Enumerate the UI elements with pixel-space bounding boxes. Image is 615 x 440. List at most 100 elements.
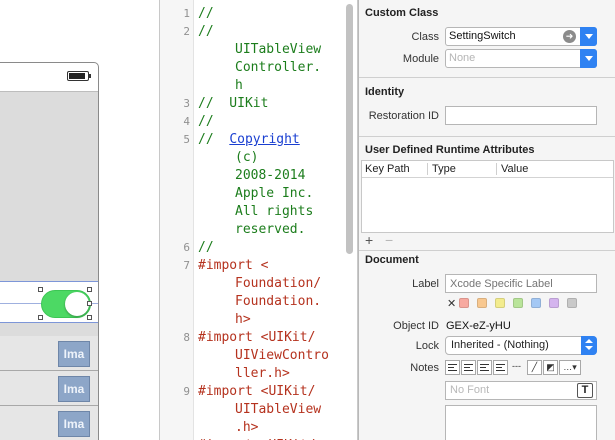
code-directive: UIViewContro (235, 348, 329, 363)
align-justify-icon[interactable] (493, 360, 508, 375)
line-number: 9 (183, 385, 190, 398)
label-color-swatch[interactable] (513, 298, 523, 308)
class-combo[interactable]: SettingSwitch ➜ (445, 27, 597, 46)
identity-title: Identity (365, 86, 405, 98)
line-number: 3 (183, 97, 190, 110)
column-header-type[interactable]: Type (432, 163, 456, 175)
label-color-swatch[interactable] (567, 298, 577, 308)
table-row[interactable]: Ima (0, 406, 98, 440)
line-number: 8 (183, 331, 190, 344)
line-number: 5 (183, 133, 190, 146)
notes-label: Notes (410, 362, 439, 374)
code-line[interactable]: // UITableView Controller. h (198, 23, 343, 95)
code-line[interactable]: // (198, 113, 343, 131)
chevron-down-icon[interactable] (580, 49, 597, 68)
device-frame: Ima Ima Ima (0, 62, 99, 440)
label-label: Label (412, 278, 439, 290)
document-title: Document (365, 254, 419, 266)
font-field[interactable]: No Font T (445, 381, 597, 400)
code-comment: // (198, 6, 214, 21)
section-divider (359, 77, 615, 78)
notes-text-area[interactable] (445, 405, 597, 440)
code-line[interactable]: // (198, 5, 343, 23)
column-header-key-path[interactable]: Key Path (365, 163, 410, 175)
no-color-icon[interactable]: ╱ (527, 360, 542, 375)
resize-handle[interactable] (38, 315, 43, 320)
code-directive: #import <UIKit/ (198, 384, 316, 399)
image-placeholder: Ima (58, 341, 90, 367)
add-attribute-button[interactable]: + (365, 233, 373, 247)
align-left-icon[interactable] (445, 360, 460, 375)
code-line[interactable]: #import <UIKit/UIViewContro ller.h> (198, 329, 343, 383)
editor-scrollbar[interactable] (346, 4, 353, 254)
code-directive: ller.h> (235, 366, 290, 381)
switch-knob (65, 292, 89, 316)
align-right-icon[interactable] (477, 360, 492, 375)
source-editor[interactable]: ////UITableView Controller. h// UIKit//// … (160, 0, 358, 440)
clear-color-icon[interactable]: ✕ (447, 297, 456, 310)
lock-popup[interactable]: Inherited - (Nothing) (445, 336, 597, 355)
switch-table-cell[interactable] (0, 281, 98, 323)
lock-value: Inherited - (Nothing) (451, 339, 549, 351)
table-row[interactable]: Ima (0, 371, 98, 406)
resize-handle[interactable] (87, 315, 92, 320)
code-comment: // UIKit (198, 96, 269, 111)
module-label: Module (402, 53, 439, 65)
chevron-down-icon[interactable] (580, 27, 597, 46)
storyboard-canvas[interactable]: Ima Ima Ima (0, 0, 160, 440)
setting-switch[interactable] (41, 290, 91, 318)
code-directive: .h> (235, 420, 259, 435)
remove-attribute-button[interactable]: − (385, 233, 393, 247)
class-value: SettingSwitch (449, 30, 516, 42)
code-directive: h> (235, 312, 251, 327)
code-line[interactable]: // Copyright (c) 2008-2014 Apple Inc. All ri… (198, 131, 343, 239)
restoration-id-field[interactable] (445, 106, 597, 125)
code-line[interactable]: // UIKit (198, 95, 343, 113)
column-header-value[interactable]: Value (501, 163, 528, 175)
restoration-id-label: Restoration ID (368, 110, 439, 122)
natural-alignment-icon[interactable]: --- (509, 360, 524, 375)
code-comment: Controller. (235, 60, 322, 75)
label-color-swatch[interactable] (531, 298, 541, 308)
font-picker-button[interactable]: T (577, 383, 593, 398)
code-comment: UITableView (235, 42, 322, 57)
label-color-swatch[interactable] (549, 298, 559, 308)
align-center-icon[interactable] (461, 360, 476, 375)
xcode-label-field[interactable] (445, 274, 597, 293)
line-number: 4 (183, 115, 190, 128)
image-placeholder: Ima (58, 376, 90, 402)
identity-inspector: Custom Class Class SettingSwitch ➜ Modul… (358, 0, 615, 440)
code-line[interactable]: // (198, 239, 343, 257)
background-color-icon[interactable]: ◩ (543, 360, 558, 375)
resize-handle[interactable] (87, 301, 92, 306)
code-comment: Apple Inc. (235, 186, 314, 201)
line-number-gutter (160, 0, 194, 440)
code-directive: Foundation. (235, 294, 322, 309)
more-options-icon[interactable]: …▾ (559, 360, 581, 375)
code-line[interactable]: #import <UIKit/UITableView .h> (198, 383, 343, 437)
font-placeholder: No Font (450, 384, 490, 396)
label-color-swatch[interactable] (495, 298, 505, 308)
code-comment: All rights (235, 204, 314, 219)
resize-handle[interactable] (87, 287, 92, 292)
copyright-link[interactable]: Copyright (229, 132, 299, 147)
module-placeholder: None (449, 52, 476, 64)
label-color-swatch[interactable] (477, 298, 487, 308)
custom-class-title: Custom Class (365, 7, 439, 19)
column-divider (427, 163, 428, 175)
line-number: 6 (183, 241, 190, 254)
table-row[interactable]: Ima (0, 336, 98, 371)
code-comment: // (198, 132, 230, 147)
code-comment: // (198, 240, 214, 255)
section-divider (359, 136, 615, 137)
label-color-swatch[interactable] (459, 298, 469, 308)
goto-arrow-icon[interactable]: ➜ (563, 30, 576, 43)
section-divider (359, 250, 615, 251)
runtime-attributes-title: User Defined Runtime Attributes (365, 144, 535, 156)
code-comment: reserved. (235, 222, 306, 237)
code-directive: UITableView (235, 402, 322, 417)
runtime-attributes-table[interactable]: Key Path Type Value (361, 160, 614, 233)
resize-handle[interactable] (38, 287, 43, 292)
module-combo[interactable]: None (445, 49, 597, 68)
code-line[interactable]: #import < Foundation/Foundation. h> (198, 257, 343, 329)
